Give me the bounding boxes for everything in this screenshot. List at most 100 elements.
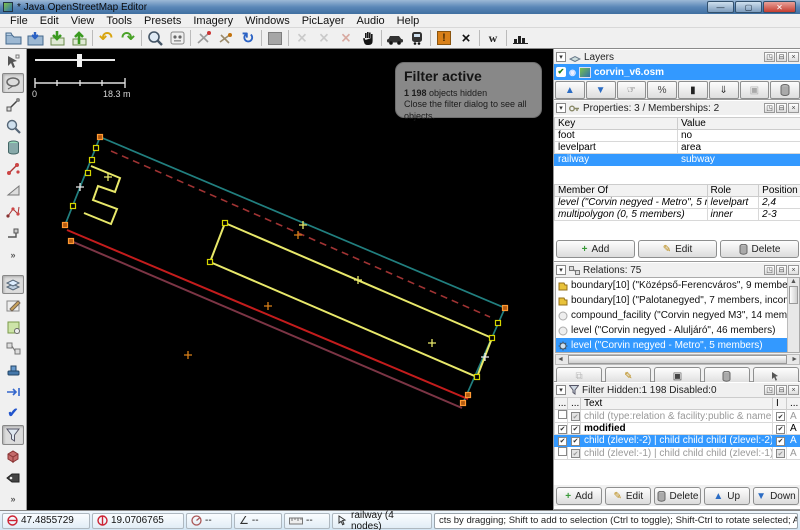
histogram-button[interactable] — [509, 29, 531, 48]
checkbox-checked[interactable] — [571, 425, 580, 434]
preferences-button[interactable] — [166, 29, 188, 48]
car-mode-button[interactable] — [384, 29, 406, 48]
tool-extrude[interactable] — [2, 224, 24, 243]
collapse-icon[interactable]: ▾ — [556, 52, 566, 62]
filter-col-text[interactable]: Text — [581, 398, 773, 410]
horizontal-scrollbar[interactable]: ◄► — [555, 354, 800, 365]
toggle-parallel-dialog[interactable] — [2, 382, 24, 401]
sticky-icon[interactable]: ◳ — [764, 103, 775, 113]
layer-duplicate-button[interactable]: ▣ — [740, 81, 770, 99]
toggle-relations-dialog[interactable] — [2, 339, 24, 358]
warning-button[interactable]: ! — [433, 29, 455, 48]
active-check-icon[interactable]: ✔ — [556, 67, 566, 77]
dock-icon[interactable]: ⊟ — [776, 265, 787, 275]
checkbox-checked[interactable] — [776, 425, 785, 434]
checkbox-checked[interactable] — [571, 449, 580, 458]
add-filter-button[interactable]: +Add — [556, 487, 602, 505]
menu-presets[interactable]: Presets — [138, 15, 187, 27]
layer-up-button[interactable]: ▲ — [555, 81, 585, 99]
menu-view[interactable]: View — [65, 15, 101, 27]
move-up-button[interactable]: ▲Up — [704, 487, 750, 505]
table-row[interactable]: multipolygon (0, 5 members)inner2-3 — [555, 209, 800, 221]
sticky-icon[interactable]: ◳ — [764, 385, 775, 395]
checkbox-checked[interactable] — [776, 437, 785, 446]
sticky-icon[interactable]: ◳ — [764, 265, 775, 275]
filter-row[interactable]: child (type:relation & facility:public &… — [555, 410, 800, 423]
tool-measure[interactable] — [2, 181, 24, 200]
layer-delete-button[interactable] — [770, 81, 800, 99]
zoom-slider[interactable] — [35, 54, 115, 67]
toggles-overflow[interactable]: » — [2, 490, 24, 509]
menu-imagery[interactable]: Imagery — [187, 15, 239, 27]
download-button[interactable] — [46, 29, 68, 48]
tool-unglue[interactable] — [2, 159, 24, 178]
layer-marker-button[interactable]: ▮ — [678, 81, 708, 99]
dock-icon[interactable]: ⊟ — [776, 385, 787, 395]
open-button[interactable] — [2, 29, 24, 48]
delete-button[interactable]: × — [455, 29, 477, 48]
map-canvas[interactable]: 0 18.3 m — [27, 49, 553, 510]
list-item[interactable]: boundary[10] ("Palotanegyed", 7 members,… — [556, 293, 789, 308]
checkbox-checked[interactable] — [571, 412, 580, 421]
checkbox-checked[interactable] — [776, 449, 785, 458]
toggle-validator-dialog[interactable]: ✔ — [2, 404, 24, 423]
menu-file[interactable]: File — [4, 15, 34, 27]
layer-down-button[interactable]: ▼ — [586, 81, 616, 99]
vertical-scrollbar[interactable]: ▲ — [787, 278, 799, 353]
table-row[interactable]: level ("Corvin negyed - Metro", 5 member… — [555, 197, 800, 209]
wiki-help-button[interactable]: w — [482, 29, 504, 48]
visibility-eye-icon[interactable]: ◉ — [569, 68, 576, 77]
collapse-icon[interactable]: ▾ — [556, 385, 566, 395]
layer-item[interactable]: ✔ ◉ corvin_v6.osm — [554, 64, 800, 80]
tags-key-header[interactable]: Key — [555, 118, 678, 130]
layer-activate-button[interactable]: ☞ — [617, 81, 647, 99]
close-button[interactable]: ✕ — [763, 1, 796, 13]
checkbox-checked[interactable] — [558, 437, 567, 446]
list-item[interactable]: boundary[10] ("Középső-Ferencváros", 9 m… — [556, 278, 789, 293]
role-header[interactable]: Role — [707, 185, 759, 197]
close-icon[interactable]: × — [788, 385, 799, 395]
tags-value-header[interactable]: Value — [678, 118, 800, 130]
train-mode-button[interactable] — [406, 29, 428, 48]
unglue-button-2[interactable]: ⨯ — [313, 29, 335, 48]
tagged-node-markers[interactable] — [63, 135, 508, 406]
toggle-tags-dialog[interactable] — [2, 468, 24, 487]
way-platform-yellow[interactable] — [210, 223, 492, 377]
checkbox-checked[interactable] — [558, 425, 567, 434]
checkbox-checked[interactable] — [776, 412, 785, 421]
menu-audio[interactable]: Audio — [351, 15, 391, 27]
filter-col-hiding[interactable]: ... — [568, 398, 581, 410]
menu-windows[interactable]: Windows — [239, 15, 296, 27]
sticky-icon[interactable]: ◳ — [764, 52, 775, 62]
node-markers[interactable] — [71, 146, 501, 380]
tool-lasso[interactable] — [2, 73, 24, 93]
member-of-header[interactable]: Member Of — [555, 185, 708, 197]
zoom-to-selection-button[interactable] — [144, 29, 166, 48]
pan-button[interactable] — [357, 29, 379, 48]
toggle-mappaint-dialog[interactable] — [2, 296, 24, 315]
toggle-layers-dialog[interactable] — [2, 275, 24, 295]
checkbox-unchecked[interactable] — [558, 447, 567, 456]
menu-edit[interactable]: Edit — [34, 15, 65, 27]
way-dashed-maroon[interactable] — [111, 151, 490, 317]
delete-filter-button[interactable]: Delete — [654, 487, 700, 505]
tool-delete[interactable] — [2, 138, 24, 157]
list-item[interactable]: level ("Corvin negyed - Aluljáró", 46 me… — [556, 323, 789, 338]
position-header[interactable]: Position — [759, 185, 800, 197]
dock-icon[interactable]: ⊟ — [776, 52, 787, 62]
filter-row[interactable]: modified A — [555, 423, 800, 435]
list-item-selected[interactable]: level ("Corvin negyed - Metro", 5 member… — [556, 338, 789, 353]
menu-help[interactable]: Help — [391, 15, 426, 27]
unglue-button-3[interactable]: ⨯ — [335, 29, 357, 48]
way-outline-teal[interactable] — [65, 137, 505, 403]
filter-col-enabled[interactable]: ... — [555, 398, 568, 410]
tool-zoom[interactable] — [2, 117, 24, 136]
title-bar[interactable]: * Java OpenStreetMap Editor — ▢ ✕ — [0, 0, 800, 14]
edit-tag-button[interactable]: ✎Edit — [638, 240, 717, 258]
filter-col-mode[interactable]: ... — [787, 398, 800, 410]
edit-filter-button[interactable]: ✎Edit — [605, 487, 651, 505]
tools-overflow[interactable]: » — [2, 245, 24, 264]
checkbox-checked[interactable] — [571, 437, 580, 446]
minimize-button[interactable]: — — [707, 1, 734, 13]
dock-icon[interactable]: ⊟ — [776, 103, 787, 113]
